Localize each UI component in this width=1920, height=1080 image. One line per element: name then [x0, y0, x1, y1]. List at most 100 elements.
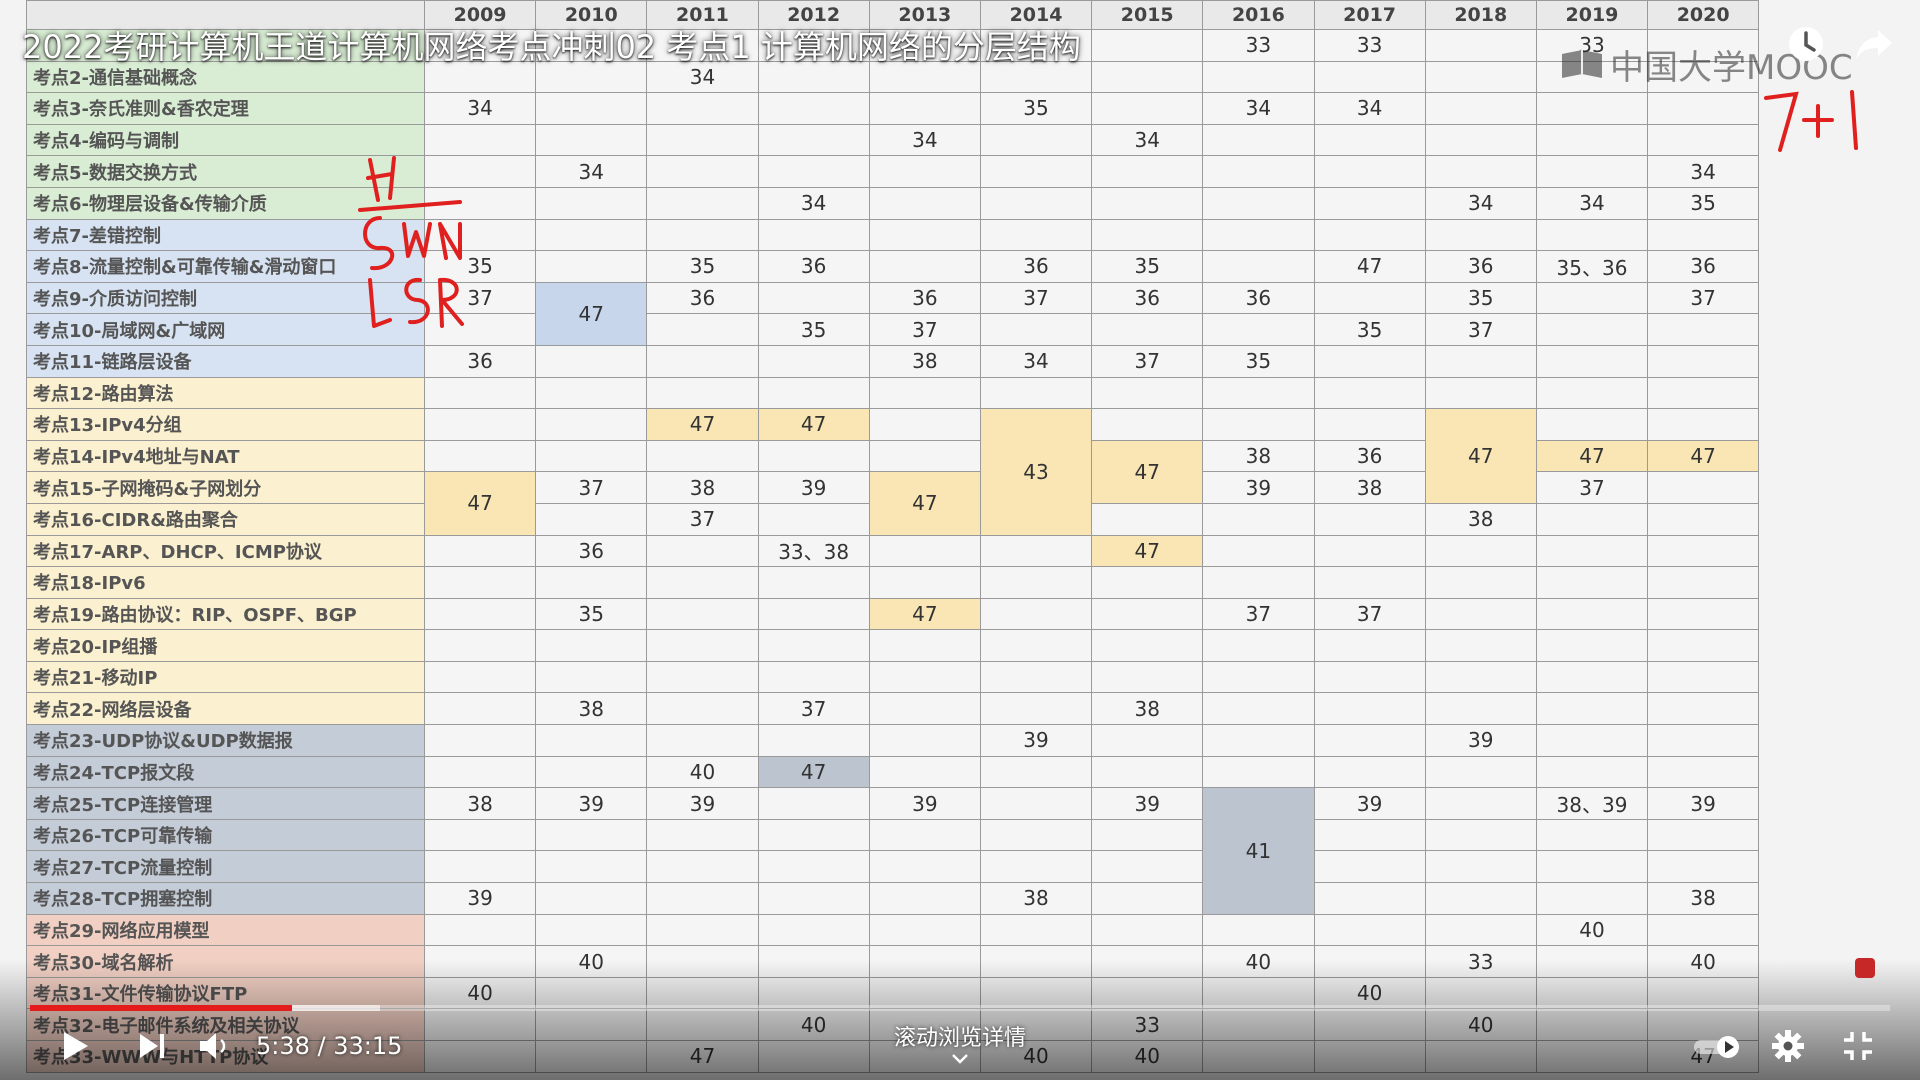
- table-row: 考点10-局域网&广域网 35 37 35 37: [26, 313, 1760, 346]
- table-row: 考点21-移动IP: [26, 660, 1760, 694]
- share-icon[interactable]: [1852, 22, 1896, 66]
- question-number-cell: [1313, 724, 1426, 757]
- question-number-cell: [646, 534, 759, 568]
- question-number-cell: [646, 692, 759, 726]
- question-number-cell: [1535, 534, 1649, 568]
- question-number-cell: [1535, 376, 1649, 410]
- question-number-cell: [757, 787, 870, 820]
- question-number-cell: [757, 629, 870, 662]
- question-number-cell: [1647, 755, 1760, 789]
- video-frame[interactable]: 2009 2010 2011 2012 2013 2014 2015 2016 2017 2018…: [0, 0, 1920, 1080]
- question-number-cell: [1313, 850, 1426, 884]
- question-number-cell: [1091, 818, 1204, 852]
- question-number-cell: [1424, 913, 1537, 947]
- watch-later-clock-icon[interactable]: [1784, 22, 1828, 66]
- question-number-cell: [1091, 882, 1204, 915]
- question-number-cell: 34: [868, 123, 981, 157]
- question-number-cell: [757, 850, 870, 884]
- topic-label: 考点18-IPv6: [26, 566, 425, 599]
- question-number-cell: [646, 597, 759, 631]
- question-number-cell: [1202, 123, 1315, 157]
- question-number-cell: [535, 913, 648, 947]
- current-time: 5:38: [256, 1032, 310, 1060]
- table-row: 考点23-UDP协议&UDP数据报 39 39: [26, 724, 1760, 757]
- year-header: 2017: [1313, 0, 1426, 30]
- autoplay-toggle[interactable]: [1690, 1028, 1746, 1064]
- question-number-cell: 35: [1647, 186, 1760, 220]
- table-row: 考点11-链路层设备 36 38 34 37 35: [26, 344, 1760, 378]
- chevron-down-icon[interactable]: [950, 1052, 970, 1066]
- question-number-cell: 38: [1091, 692, 1204, 726]
- table-row: 考点5-数据交换方式 34 34: [26, 155, 1760, 188]
- question-number-cell: [757, 344, 870, 378]
- question-number-cell: [646, 376, 759, 410]
- question-number-cell: [1535, 818, 1649, 852]
- progress-bar[interactable]: [30, 1005, 1890, 1011]
- scroll-for-details-hint[interactable]: 滚动浏览详情: [860, 1020, 1060, 1052]
- question-number-cell: 39: [868, 787, 981, 820]
- time-separator: /: [309, 1032, 334, 1060]
- question-number-cell: 36: [646, 281, 759, 315]
- table-row: 考点28-TCP拥塞控制 39 38 38: [26, 882, 1760, 915]
- next-video-icon[interactable]: [134, 1028, 170, 1064]
- question-number-cell: [1647, 566, 1760, 599]
- question-number-cell: [1091, 566, 1204, 599]
- question-number-cell: [1313, 344, 1426, 378]
- question-number-cell: [757, 913, 870, 947]
- question-number-cell: [979, 313, 1093, 346]
- question-number-cell: [1424, 344, 1537, 378]
- topic-label: 考点19-路由协议：RIP、OSPF、BGP: [26, 597, 425, 631]
- question-number-cell: [1313, 376, 1426, 410]
- question-number-cell: [535, 92, 648, 125]
- question-number-cell: [535, 818, 648, 852]
- question-number-cell: [1424, 60, 1537, 94]
- question-number-cell: [868, 186, 981, 220]
- question-number-cell: 35: [979, 92, 1093, 125]
- table-row: 考点26-TCP可靠传输: [26, 818, 1760, 852]
- handwritten-annotation: [358, 156, 464, 328]
- question-number-cell: [979, 123, 1093, 157]
- play-icon[interactable]: [56, 1028, 92, 1064]
- question-number-cell: [535, 344, 648, 378]
- question-number-cell: 39: [1313, 787, 1426, 820]
- topic-label: 考点11-链路层设备: [26, 344, 425, 378]
- volume-icon[interactable]: [196, 1028, 232, 1064]
- year-header: 2016: [1202, 0, 1315, 30]
- question-number-cell: 37: [1202, 597, 1315, 631]
- question-number-cell: 38: [423, 787, 537, 820]
- question-number-cell: 38: [1424, 502, 1537, 536]
- question-number-cell: [1091, 186, 1204, 220]
- question-number-cell: 35、36: [1535, 250, 1649, 283]
- exit-fullscreen-icon[interactable]: [1840, 1028, 1876, 1064]
- question-number-cell: 34: [535, 155, 648, 188]
- question-number-cell: [1202, 755, 1315, 789]
- question-number-cell: 47: [535, 281, 648, 346]
- question-number-cell: [1535, 692, 1649, 726]
- question-number-cell: [1424, 218, 1537, 252]
- question-number-cell: 39: [979, 724, 1093, 757]
- settings-gear-icon[interactable]: [1770, 1028, 1806, 1064]
- question-number-cell: [1535, 92, 1649, 125]
- question-number-cell: [979, 186, 1093, 220]
- question-number-cell: [1202, 250, 1315, 283]
- question-number-cell: [1202, 155, 1315, 188]
- table-row: 考点18-IPv6: [26, 566, 1760, 599]
- question-number-cell: [1535, 629, 1649, 662]
- question-number-cell: 38: [868, 344, 981, 378]
- question-number-cell: 35: [1424, 281, 1537, 315]
- table-row: 考点7-差错控制: [26, 218, 1760, 252]
- question-number-cell: 47: [868, 471, 981, 536]
- question-number-cell: [1647, 660, 1760, 694]
- table-row: 考点13-IPv4分组 47 47 43 47: [26, 408, 1760, 536]
- topic-label: 考点21-移动IP: [26, 660, 425, 694]
- question-number-cell: [1313, 566, 1426, 599]
- question-number-cell: 36: [979, 250, 1093, 283]
- question-number-cell: 36: [1647, 250, 1760, 283]
- question-number-cell: [423, 818, 537, 852]
- question-number-cell: [423, 597, 537, 631]
- question-number-cell: [1535, 123, 1649, 157]
- question-number-cell: [1091, 629, 1204, 662]
- question-number-cell: 37: [1313, 597, 1426, 631]
- question-number-cell: [1313, 123, 1426, 157]
- topic-label: 考点12-路由算法: [26, 376, 425, 410]
